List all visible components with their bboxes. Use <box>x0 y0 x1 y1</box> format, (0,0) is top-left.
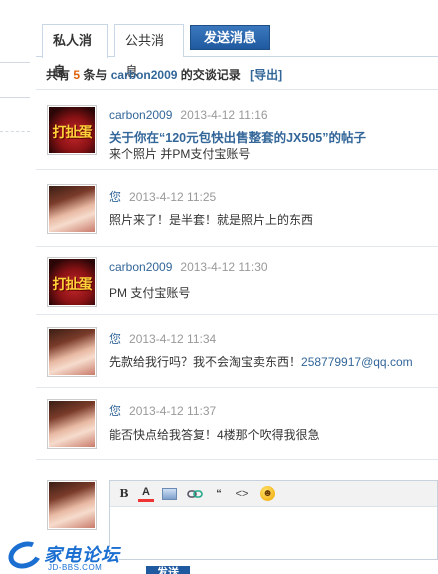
sender-name[interactable]: carbon2009 <box>109 108 172 122</box>
font-color-icon[interactable]: A <box>138 486 154 502</box>
message-time: 2013-4-12 11:34 <box>129 332 217 346</box>
swirl-logo-icon <box>4 536 46 574</box>
send-message-button[interactable]: 发送消息 <box>190 25 270 50</box>
image-icon[interactable] <box>162 488 177 500</box>
summary-middle: 条与 <box>83 68 108 82</box>
tab-private-messages[interactable]: 私人消息 <box>42 24 108 79</box>
message-item: 打扯蛋 carbon2009 2013-4-12 11:16 关于你在“120元包… <box>36 90 438 170</box>
message-text: 能否快点给我答复！4楼那个吹得我很急 <box>109 428 320 442</box>
sender-name: 您 <box>109 332 122 346</box>
message-time: 2013-4-12 11:16 <box>180 108 268 122</box>
conversation-summary: 共有 5 条与 carbon2009 的交谈记录 [导出] <box>46 66 282 83</box>
reply-editor[interactable]: B A “ <> ☻ <box>109 480 438 560</box>
sender-name: 您 <box>109 404 122 418</box>
editor-toolbar: B A “ <> ☻ <box>110 481 437 507</box>
sidebar-divider <box>0 97 30 98</box>
sender-name[interactable]: carbon2009 <box>109 260 172 274</box>
avatar-logo-text: 打扯蛋 <box>52 124 93 140</box>
link-icon[interactable] <box>187 486 203 502</box>
reply-send-button[interactable]: 发送 <box>146 566 190 574</box>
smiley-icon[interactable]: ☻ <box>260 486 275 501</box>
bold-icon[interactable]: B <box>116 486 132 502</box>
summary-suffix: 的交谈记录 <box>180 68 241 82</box>
my-avatar <box>47 480 97 530</box>
sender-name: 您 <box>109 190 122 204</box>
message-text: 照片来了！是半套！就是照片上的东西 <box>109 213 314 227</box>
export-link[interactable]: [导出] <box>250 68 282 82</box>
avatar[interactable]: 打扯蛋 <box>47 105 97 155</box>
avatar[interactable] <box>47 399 97 449</box>
quote-icon[interactable]: “ <box>211 486 227 502</box>
message-text: 先款给我行吗？我不会淘宝卖东西！ <box>109 355 302 369</box>
message-time: 2013-4-12 11:25 <box>129 190 217 204</box>
avatar[interactable] <box>47 327 97 377</box>
message-text: PM 支付宝账号 <box>109 286 191 300</box>
message-item: 您 2013-4-12 11:37 能否快点给我答复！4楼那个吹得我很急 <box>36 389 438 460</box>
message-count: 5 <box>73 68 81 82</box>
site-watermark-logo: 家电论坛 JD-BBS.COM <box>4 536 136 574</box>
pm-panel: 私人消息 公共消息 发送消息 共有 5 条与 carbon2009 的交谈记录 … <box>36 0 438 574</box>
avatar[interactable] <box>47 184 97 234</box>
message-item: 您 2013-4-12 11:34 先款给我行吗？我不会淘宝卖东西！2587799… <box>36 316 438 388</box>
avatar[interactable]: 打扯蛋 <box>47 257 97 307</box>
message-item: 打扯蛋 carbon2009 2013-4-12 11:30 PM 支付宝账号 <box>36 248 438 315</box>
message-text: 来个照片 并PM支付宝账号 <box>109 147 251 161</box>
avatar-logo-text: 打扯蛋 <box>52 276 93 292</box>
code-icon[interactable]: <> <box>234 486 250 502</box>
tab-public-messages[interactable]: 公共消息 <box>114 24 184 79</box>
message-time: 2013-4-12 11:30 <box>180 260 268 274</box>
email-link[interactable]: 258779917@qq.com <box>301 355 413 369</box>
watermark-domain: JD-BBS.COM <box>48 563 103 572</box>
left-sidebar-edge <box>0 0 34 574</box>
message-item: 您 2013-4-12 11:25 照片来了！是半套！就是照片上的东西 <box>36 171 438 247</box>
pm-tabs: 私人消息 公共消息 发送消息 <box>36 0 438 79</box>
thread-link[interactable]: 关于你在“120元包快出售整套的JX505”的帖子 <box>109 130 366 146</box>
conversation-user-link[interactable]: carbon2009 <box>111 68 178 82</box>
message-time: 2013-4-12 11:37 <box>129 404 217 418</box>
sidebar-divider <box>0 131 30 132</box>
sidebar-divider <box>0 62 30 63</box>
